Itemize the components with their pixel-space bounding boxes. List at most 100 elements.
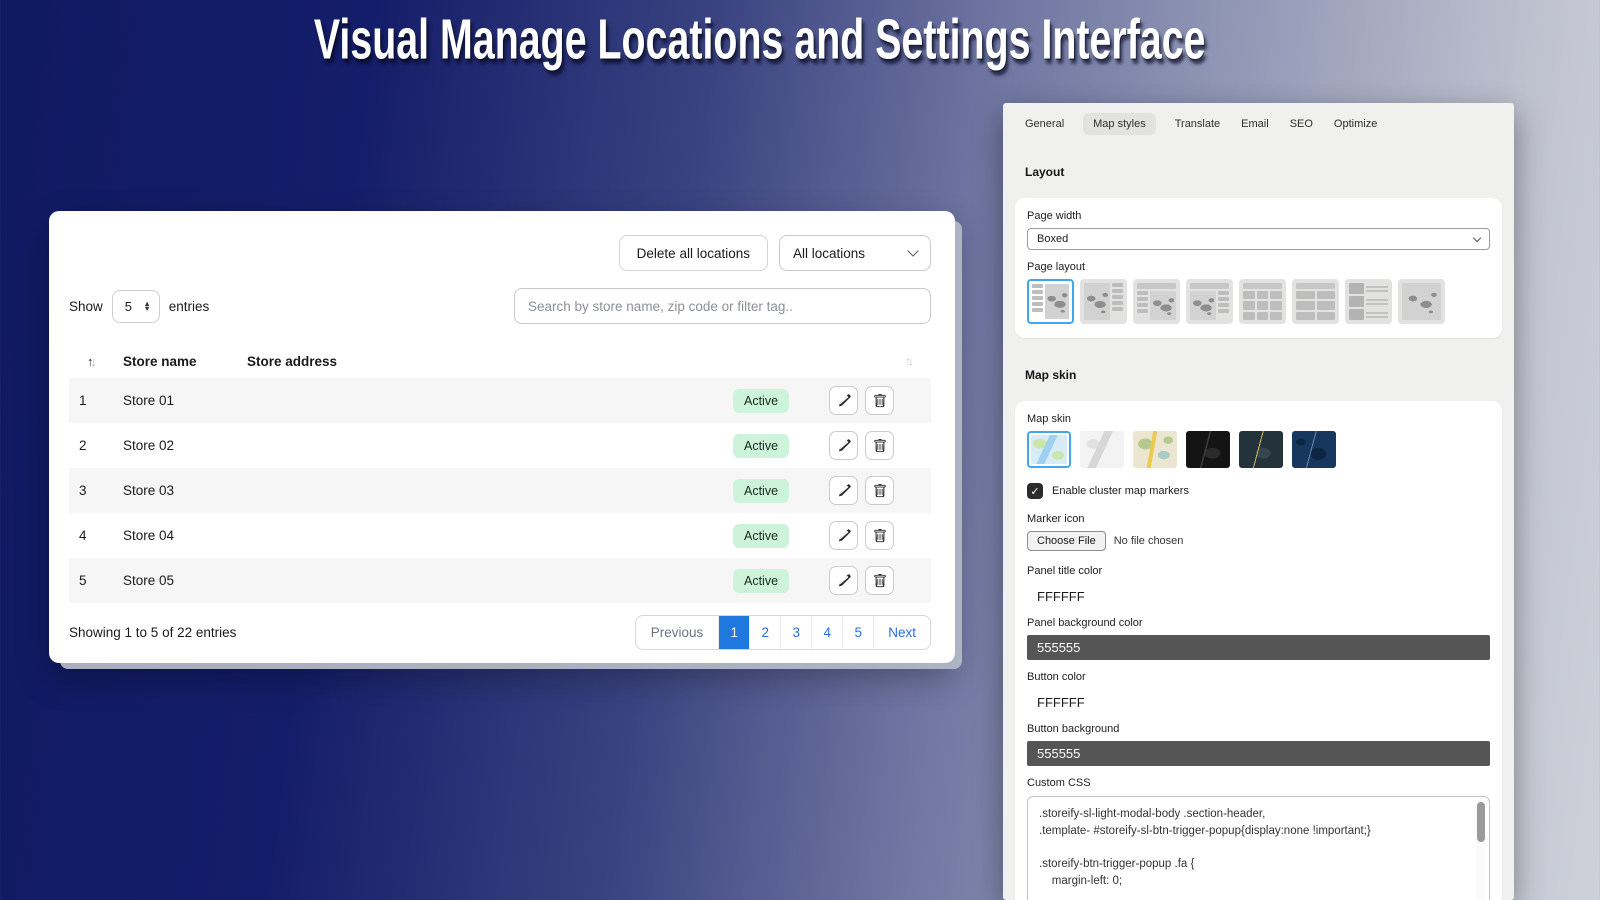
layout-option-list-rows[interactable] [1345, 279, 1392, 324]
map-skin-preview [1133, 431, 1177, 468]
trash-icon [873, 394, 887, 408]
pagination-page-3[interactable]: 3 [780, 616, 811, 649]
entries-count-select[interactable]: 5 ▲▼ [112, 290, 160, 323]
delete-button[interactable] [865, 476, 894, 505]
pencil-icon [837, 574, 851, 588]
status-badge: Active [733, 524, 789, 548]
pagination-next[interactable]: Next [873, 616, 930, 649]
skin-option-silver[interactable] [1080, 431, 1124, 468]
skin-option-blue[interactable] [1292, 431, 1336, 468]
layout-option-header-sidebar-left-map[interactable] [1133, 279, 1180, 324]
scrollbar-thumb[interactable] [1477, 802, 1485, 842]
table-row: 3 Store 03 Active [69, 468, 931, 513]
panel-title-color-input[interactable]: FFFFFF [1027, 583, 1490, 606]
sort-icon[interactable]: ↑↓ [69, 354, 123, 369]
chevron-down-icon [1473, 234, 1481, 242]
page-width-value: Boxed [1037, 233, 1068, 245]
delete-button[interactable] [865, 521, 894, 550]
search-input[interactable] [514, 288, 931, 324]
trash-icon [873, 484, 887, 498]
sort-icon-right[interactable]: ↑↓ [905, 354, 931, 368]
row-index: 2 [69, 438, 123, 453]
trash-icon [873, 574, 887, 588]
page-width-label: Page width [1027, 210, 1490, 222]
pagination: Previous 1 2 3 4 5 Next [635, 615, 931, 650]
pencil-icon [837, 439, 851, 453]
choose-file-button[interactable]: Choose File [1027, 531, 1106, 551]
skin-option-night[interactable] [1239, 431, 1283, 468]
check-icon: ✓ [1030, 485, 1039, 498]
map-skin-preview [1239, 431, 1283, 468]
store-name: Store 05 [123, 573, 247, 588]
delete-button[interactable] [865, 566, 894, 595]
skin-option-retro[interactable] [1133, 431, 1177, 468]
row-index: 3 [69, 483, 123, 498]
button-color-label: Button color [1027, 671, 1490, 683]
tab-email[interactable]: Email [1239, 113, 1271, 135]
store-name: Store 02 [123, 438, 247, 453]
marker-icon-label: Marker icon [1027, 513, 1490, 525]
settings-panel: General Map styles Translate Email SEO O… [1003, 103, 1514, 900]
pagination-previous[interactable]: Previous [636, 616, 719, 649]
cluster-markers-checkbox[interactable]: ✓ [1027, 483, 1043, 499]
skin-option-dark[interactable] [1186, 431, 1230, 468]
store-name: Store 03 [123, 483, 247, 498]
edit-button[interactable] [829, 386, 858, 415]
layout-section-heading: Layout [1025, 165, 1502, 179]
tab-optimize[interactable]: Optimize [1332, 113, 1379, 135]
store-name: Store 01 [123, 393, 247, 408]
layout-option-sidebar-left-map[interactable] [1027, 279, 1074, 324]
pagination-page-1[interactable]: 1 [718, 616, 749, 649]
row-index: 5 [69, 573, 123, 588]
tab-seo[interactable]: SEO [1288, 113, 1315, 135]
column-header-store-name[interactable]: Store name [123, 354, 247, 369]
edit-button[interactable] [829, 476, 858, 505]
page-title-text: Visual Manage Locations and Settings Int… [314, 8, 1206, 73]
column-header-store-address[interactable]: Store address [247, 354, 733, 369]
map-skin-label: Map skin [1027, 413, 1490, 425]
delete-button[interactable] [865, 386, 894, 415]
pagination-page-2[interactable]: 2 [749, 616, 780, 649]
edit-button[interactable] [829, 431, 858, 460]
custom-css-label: Custom CSS [1027, 777, 1490, 789]
pagination-page-5[interactable]: 5 [842, 616, 873, 649]
map-skin-preview [1031, 435, 1067, 464]
row-index: 1 [69, 393, 123, 408]
status-badge: Active [733, 569, 789, 593]
layout-option-map-only[interactable] [1398, 279, 1445, 324]
scrollbar[interactable] [1476, 801, 1485, 900]
panel-bg-color-input[interactable]: 555555 [1027, 635, 1490, 660]
spinner-arrows-icon: ▲▼ [143, 301, 150, 311]
edit-button[interactable] [829, 566, 858, 595]
edit-button[interactable] [829, 521, 858, 550]
tab-translate[interactable]: Translate [1173, 113, 1222, 135]
custom-css-textarea[interactable]: .storeify-sl-light-modal-body .section-h… [1027, 796, 1490, 900]
status-badge: Active [733, 434, 789, 458]
delete-button[interactable] [865, 431, 894, 460]
pagination-page-4[interactable]: 4 [811, 616, 842, 649]
layout-option-header-map-sidebar-right[interactable] [1186, 279, 1233, 324]
page-layout-options [1027, 279, 1490, 324]
show-label: Show [69, 299, 103, 314]
locations-table: ↑↓ Store name Store address ↑↓ 1 Store 0… [69, 344, 931, 603]
layout-option-map-sidebar-right[interactable] [1080, 279, 1127, 324]
delete-all-locations-button[interactable]: Delete all locations [619, 235, 768, 271]
layout-option-grid-3col[interactable] [1239, 279, 1286, 324]
chevron-down-icon [907, 245, 918, 256]
entries-count-value: 5 [125, 299, 132, 314]
button-bg-input[interactable]: 555555 [1027, 741, 1490, 766]
tab-map-styles[interactable]: Map styles [1083, 113, 1156, 135]
layout-option-grid-2col[interactable] [1292, 279, 1339, 324]
world-map-glyph [1150, 291, 1176, 320]
tab-general[interactable]: General [1023, 113, 1066, 135]
page-width-select[interactable]: Boxed [1027, 228, 1490, 250]
map-skin-preview [1186, 431, 1230, 468]
skin-option-standard[interactable] [1027, 431, 1071, 468]
entries-summary: Showing 1 to 5 of 22 entries [69, 625, 236, 640]
locations-filter-select[interactable]: All locations [779, 235, 931, 271]
button-color-input[interactable]: FFFFFF [1027, 689, 1490, 712]
map-skin-preview [1080, 431, 1124, 468]
entries-label: entries [169, 299, 210, 314]
status-badge: Active [733, 479, 789, 503]
status-badge: Active [733, 389, 789, 413]
